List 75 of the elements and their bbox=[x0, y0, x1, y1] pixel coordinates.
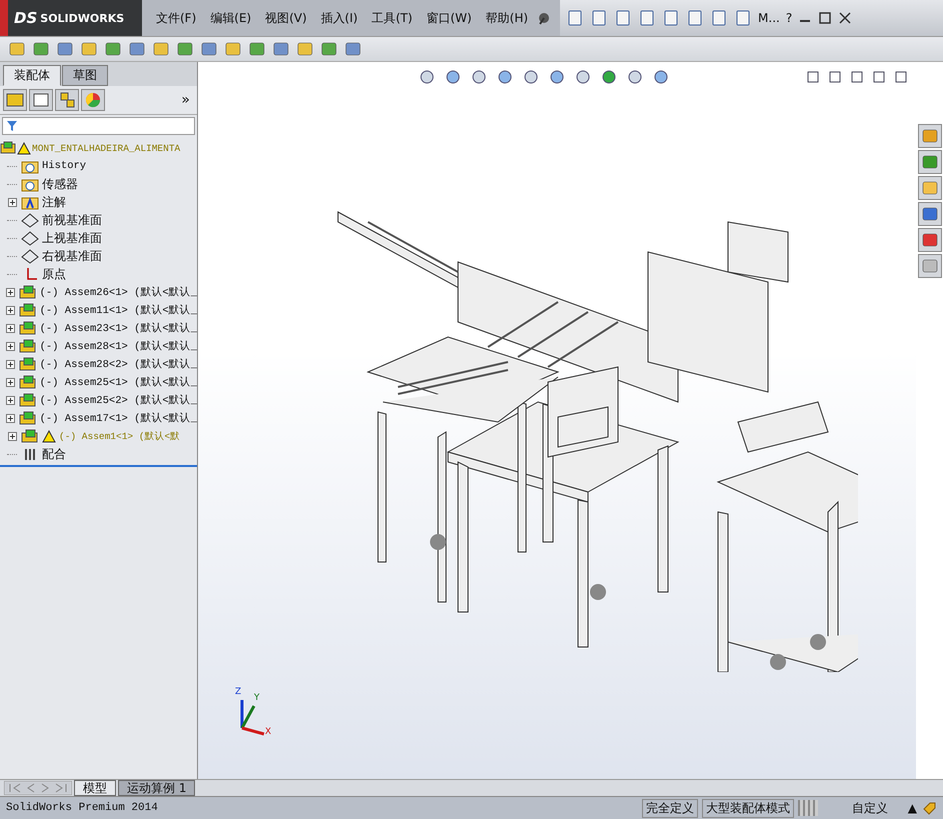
tree-item[interactable]: 原点 bbox=[42, 266, 66, 282]
menu-item[interactable]: 文件(F) bbox=[150, 6, 202, 30]
panel-tab[interactable]: 装配体 bbox=[3, 65, 61, 86]
status-text: SolidWorks Premium 2014 bbox=[6, 802, 158, 814]
axis-label: Z bbox=[235, 688, 242, 697]
plane-icon bbox=[21, 248, 39, 264]
status-text: 大型装配体模式 bbox=[702, 798, 794, 818]
tree-item[interactable]: (-) Assem28<2> (默认<默认_ bbox=[40, 357, 197, 371]
solidworks-logo: DS SOLIDWORKS bbox=[0, 0, 142, 36]
expand-icon[interactable] bbox=[8, 432, 16, 440]
plane-icon bbox=[21, 212, 39, 228]
assembly-icon bbox=[18, 392, 37, 408]
menu-item[interactable]: 工具(T) bbox=[366, 6, 418, 30]
tree-item[interactable]: 右视基准面 bbox=[42, 248, 102, 264]
tree-item[interactable]: 注解 bbox=[42, 194, 66, 210]
tree-item[interactable]: (-) Assem11<1> (默认<默认_ bbox=[40, 303, 197, 317]
letter-folder-icon bbox=[21, 194, 39, 210]
more-menu[interactable]: M... bbox=[758, 11, 780, 25]
expand-icon[interactable] bbox=[6, 324, 16, 332]
clock-folder-icon bbox=[21, 158, 39, 174]
assembly-icon bbox=[21, 428, 39, 444]
expand-icon[interactable] bbox=[6, 378, 16, 386]
assembly-icon bbox=[18, 284, 37, 300]
configuration-tab-icon[interactable] bbox=[55, 89, 79, 111]
tree-item[interactable]: 传感器 bbox=[42, 176, 78, 192]
expand-button[interactable]: » bbox=[177, 92, 194, 108]
tag-icon[interactable] bbox=[921, 800, 937, 816]
help-button[interactable]: ? bbox=[786, 11, 792, 25]
axis-label: Y bbox=[254, 694, 260, 703]
gauge-folder-icon bbox=[21, 176, 39, 192]
assembly-icon bbox=[18, 320, 37, 336]
tree-item[interactable]: (-) Assem25<1> (默认<默认_ bbox=[40, 375, 197, 389]
property-tab-icon[interactable] bbox=[29, 89, 53, 111]
expand-icon[interactable] bbox=[6, 306, 16, 314]
expand-icon[interactable] bbox=[6, 288, 16, 296]
grip-icon bbox=[798, 800, 818, 816]
tree-item[interactable]: (-) Assem17<1> (默认<默认_ bbox=[40, 411, 197, 425]
units-menu[interactable]: 自定义 bbox=[822, 800, 904, 816]
menu-item[interactable]: 视图(V) bbox=[259, 6, 313, 30]
tree-item[interactable]: (-) Assem26<1> (默认<默认_ bbox=[40, 285, 197, 299]
assembly-icon bbox=[18, 356, 37, 372]
expand-icon[interactable] bbox=[6, 396, 16, 404]
tree-item[interactable]: 上视基准面 bbox=[42, 230, 102, 246]
panel-tab[interactable]: 草图 bbox=[62, 65, 108, 86]
assembly-icon bbox=[18, 338, 37, 354]
tree-item[interactable]: (-) Assem23<1> (默认<默认_ bbox=[40, 321, 197, 335]
menu-item[interactable]: 窗口(W) bbox=[420, 6, 478, 30]
expand-icon[interactable] bbox=[6, 342, 16, 350]
tree-item[interactable]: 配合 bbox=[42, 446, 66, 462]
menu-item[interactable]: 插入(I) bbox=[314, 6, 364, 30]
model-tab[interactable]: 模型 bbox=[74, 780, 116, 796]
menu-item[interactable]: 编辑(E) bbox=[204, 6, 258, 30]
status-text: 完全定义 bbox=[642, 798, 698, 818]
assembly-icon bbox=[18, 410, 37, 426]
menu-item[interactable]: 帮助(H) bbox=[480, 6, 534, 30]
tree-item[interactable]: (-) Assem1<1> (默认<默 bbox=[59, 430, 180, 442]
expand-icon[interactable] bbox=[6, 414, 16, 422]
expand-icon[interactable] bbox=[6, 360, 16, 368]
appearance-tab-icon[interactable] bbox=[81, 89, 105, 111]
plane-icon bbox=[21, 230, 39, 246]
assembly-icon bbox=[18, 374, 37, 390]
maximize-icon[interactable] bbox=[818, 11, 832, 25]
assembly-icon bbox=[0, 141, 16, 155]
feature-tree-tab-icon[interactable] bbox=[3, 89, 27, 111]
assembly-icon bbox=[18, 302, 37, 318]
units-caret[interactable]: ▲ bbox=[908, 801, 917, 815]
model-tab[interactable]: 运动算例 1 bbox=[118, 780, 196, 796]
axis-label: X bbox=[265, 728, 272, 737]
filter-field[interactable] bbox=[2, 117, 195, 135]
tree-item[interactable]: MONT_ENTALHADEIRA_ALIMENTA bbox=[32, 142, 180, 154]
tree-item[interactable]: 前视基准面 bbox=[42, 212, 102, 228]
expand-icon[interactable] bbox=[8, 198, 16, 206]
tree-item[interactable]: (-) Assem25<2> (默认<默认_ bbox=[40, 393, 197, 407]
tree-item[interactable]: (-) Assem28<1> (默认<默认_ bbox=[40, 339, 197, 353]
tree-item[interactable]: History bbox=[42, 160, 86, 172]
